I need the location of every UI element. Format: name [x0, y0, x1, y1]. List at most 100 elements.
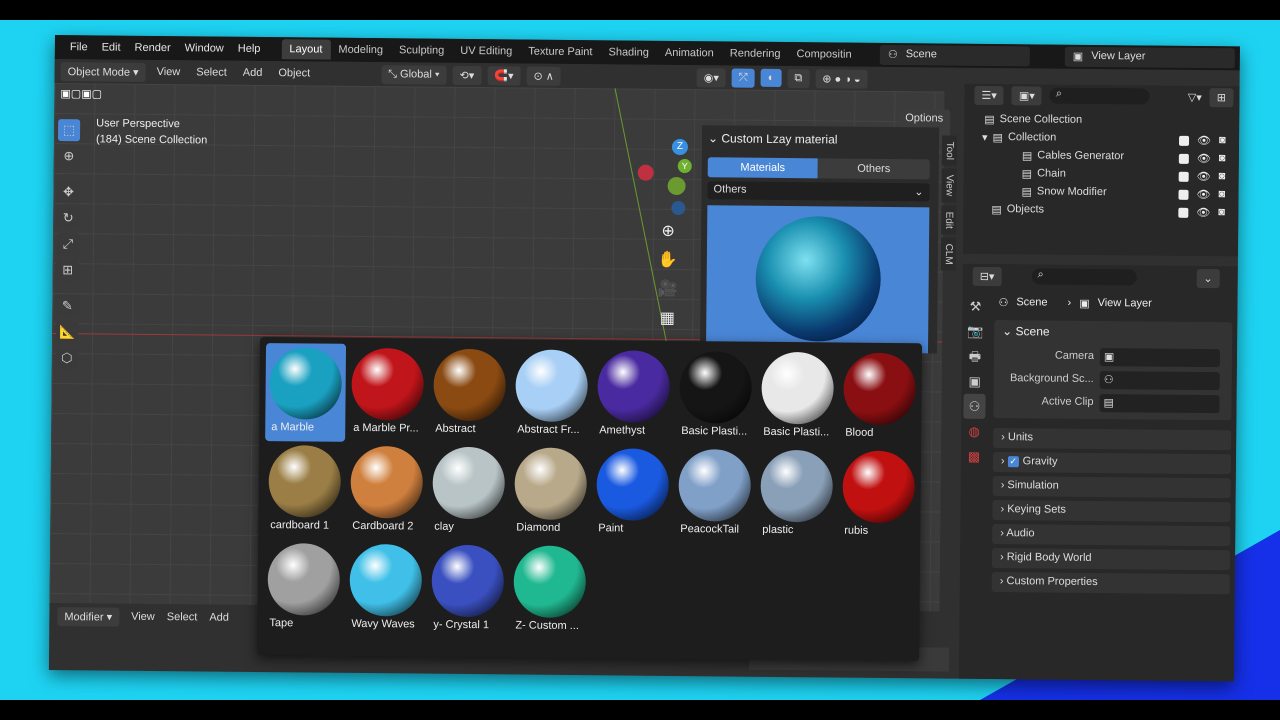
material-item[interactable]: Diamond	[510, 443, 591, 542]
menu-file[interactable]: File	[63, 41, 95, 53]
tab-workspace[interactable]: Shading	[600, 42, 657, 63]
expand-arrow-icon[interactable]: ▾	[982, 130, 988, 143]
scene-panel-header[interactable]: ⌄ Scene	[994, 320, 1232, 344]
output-tab-icon[interactable]: 🖶	[964, 344, 986, 369]
visibility-icon[interactable]: ◉▾	[696, 67, 727, 87]
bottom-menu-add[interactable]: Add	[209, 612, 229, 624]
material-item[interactable]: Paint	[592, 444, 673, 543]
material-item[interactable]: a Marble	[265, 343, 347, 442]
camera-render-icon[interactable]: ◙	[1218, 206, 1225, 219]
material-item[interactable]: plastic	[756, 446, 837, 545]
gizmo-neg-z[interactable]	[671, 200, 686, 216]
overlay-icon[interactable]: ◐	[760, 68, 782, 87]
camera-render-icon[interactable]: ◙	[1218, 188, 1225, 201]
rotate-tool-icon[interactable]: ↻	[57, 207, 80, 230]
scene-selector[interactable]: ⚇ Scene	[879, 44, 1030, 67]
menu-select[interactable]: Select	[191, 66, 232, 78]
menu-edit[interactable]: Edit	[95, 41, 128, 53]
panel-custom-properties[interactable]: › Custom Properties	[991, 572, 1230, 595]
panel-simulation[interactable]: › Simulation	[992, 476, 1231, 499]
gravity-checkbox[interactable]: ✓	[1007, 456, 1019, 468]
material-item[interactable]: a Marble Pr...	[347, 344, 428, 443]
camera-render-icon[interactable]: ◙	[1219, 152, 1226, 165]
camera-icon[interactable]: 🎥	[656, 275, 678, 304]
menu-object[interactable]: Object	[273, 67, 315, 79]
field-input[interactable]: ▣	[1099, 348, 1221, 368]
scene-tab-icon[interactable]: ⚇	[963, 393, 986, 419]
pivot-icon[interactable]: ⟲▾	[452, 65, 482, 85]
hand-pan-icon[interactable]: ✋	[657, 246, 679, 275]
editor-type-icon[interactable]: ⊟▾	[972, 266, 1002, 286]
material-item[interactable]: rubis	[838, 447, 919, 546]
eye-icon[interactable]: 👁	[1196, 188, 1210, 201]
material-item[interactable]: Cardboard 2	[346, 442, 427, 541]
world-tab-icon[interactable]: ◍	[963, 419, 985, 444]
scale-tool-icon[interactable]: ⤢	[56, 233, 80, 256]
material-item[interactable]: Abstract	[429, 345, 510, 444]
filter-icon[interactable]: ▽▾	[1188, 90, 1202, 103]
material-item[interactable]: Amethyst	[593, 346, 674, 445]
field-input[interactable]: ⚇	[1099, 371, 1220, 391]
gizmo-neg-x[interactable]	[637, 164, 654, 181]
exclude-checkbox[interactable]	[1178, 153, 1189, 164]
exclude-checkbox[interactable]	[1178, 189, 1189, 200]
move-tool-icon[interactable]: ✥	[57, 181, 80, 204]
transform-tool-icon[interactable]: ⊞	[56, 259, 79, 282]
camera-render-icon[interactable]: ◙	[1219, 170, 1226, 183]
outliner-scene-collection[interactable]: ▤ Scene Collection	[984, 110, 1082, 129]
camera-render-icon[interactable]: ◙	[1219, 134, 1226, 147]
material-item[interactable]: Tape	[263, 539, 344, 638]
material-item[interactable]: y- Crystal 1	[427, 541, 508, 640]
editor-dropdown[interactable]: Modifier ▾	[57, 606, 120, 627]
tab-workspace[interactable]: Modeling	[330, 40, 391, 61]
select-box-icons[interactable]: ▣▢▣▢	[60, 87, 120, 102]
properties-search-input[interactable]: ⌕	[1031, 268, 1137, 286]
render-tab-icon[interactable]: 📷	[964, 319, 986, 344]
panel-header[interactable]: ⌄ Custom Lzay material	[702, 125, 939, 153]
material-item[interactable]: Blood	[839, 349, 920, 448]
gizmo-icon[interactable]: ⤱	[731, 68, 755, 88]
view-layer-tab-icon[interactable]: ▣	[964, 369, 986, 394]
field-input[interactable]: ▤	[1099, 394, 1220, 414]
sidebar-tab-edit[interactable]: Edit	[941, 205, 957, 235]
outliner-item[interactable]: ▤ Snow Modifier	[963, 182, 1106, 201]
outliner-item[interactable]: ▤ Chain	[964, 164, 1066, 183]
gizmo-z[interactable]: Z	[671, 138, 689, 156]
exclude-checkbox[interactable]	[1178, 171, 1189, 182]
tab-workspace[interactable]: UV Editing	[452, 41, 520, 62]
display-mode-icon[interactable]: ☰▾	[974, 85, 1004, 105]
tab-workspace[interactable]: Compositin	[788, 44, 859, 65]
outliner-item[interactable]: ▤ Objects	[981, 200, 1044, 219]
menu-view[interactable]: View	[152, 66, 186, 78]
tab-workspace[interactable]: Sculpting	[391, 40, 452, 61]
outliner-search-input[interactable]: ⌕	[1049, 87, 1150, 105]
zoom-icon[interactable]: ⊕	[657, 217, 679, 246]
category-dropdown[interactable]: Others ⌄	[707, 181, 930, 202]
material-item[interactable]: clay	[428, 443, 509, 542]
menu-render[interactable]: Render	[128, 42, 178, 54]
panel-units[interactable]: › Units	[993, 428, 1232, 451]
options-chevron[interactable]: ⌄	[1196, 268, 1220, 288]
menu-help[interactable]: Help	[231, 43, 268, 55]
outliner-item[interactable]: ▾ ▤ Collection	[982, 128, 1056, 147]
panel-rigid-body-world[interactable]: › Rigid Body World	[991, 548, 1231, 571]
exclude-checkbox[interactable]	[1178, 135, 1190, 146]
tab-workspace[interactable]: Animation	[657, 43, 722, 64]
eye-icon[interactable]: 👁	[1197, 152, 1211, 165]
material-item[interactable]: Basic Plasti...	[757, 348, 838, 447]
new-collection-icon[interactable]: ⊞	[1209, 87, 1234, 107]
cursor-tool-icon[interactable]: ⊕	[57, 145, 80, 168]
measure-tool-icon[interactable]: 📐	[56, 321, 79, 344]
select-tool-icon[interactable]: ⬚	[57, 119, 81, 142]
outliner-item[interactable]: ▤ Cables Generator	[964, 146, 1124, 166]
tab-others[interactable]: Others	[817, 158, 930, 180]
mode-dropdown[interactable]: Object Mode ▾	[60, 61, 146, 82]
material-item[interactable]: Wavy Waves	[345, 540, 426, 639]
tab-workspace[interactable]: Rendering	[722, 43, 789, 64]
sidebar-tab-clm[interactable]: CLM	[940, 237, 957, 271]
tab-workspace[interactable]: Layout	[281, 39, 331, 60]
panel-keying-sets[interactable]: › Keying Sets	[992, 500, 1231, 523]
bottom-menu-select[interactable]: Select	[167, 611, 198, 623]
panel-gravity[interactable]: › ✓ Gravity	[992, 452, 1232, 475]
sidebar-tab-tool[interactable]: Tool	[941, 135, 958, 167]
